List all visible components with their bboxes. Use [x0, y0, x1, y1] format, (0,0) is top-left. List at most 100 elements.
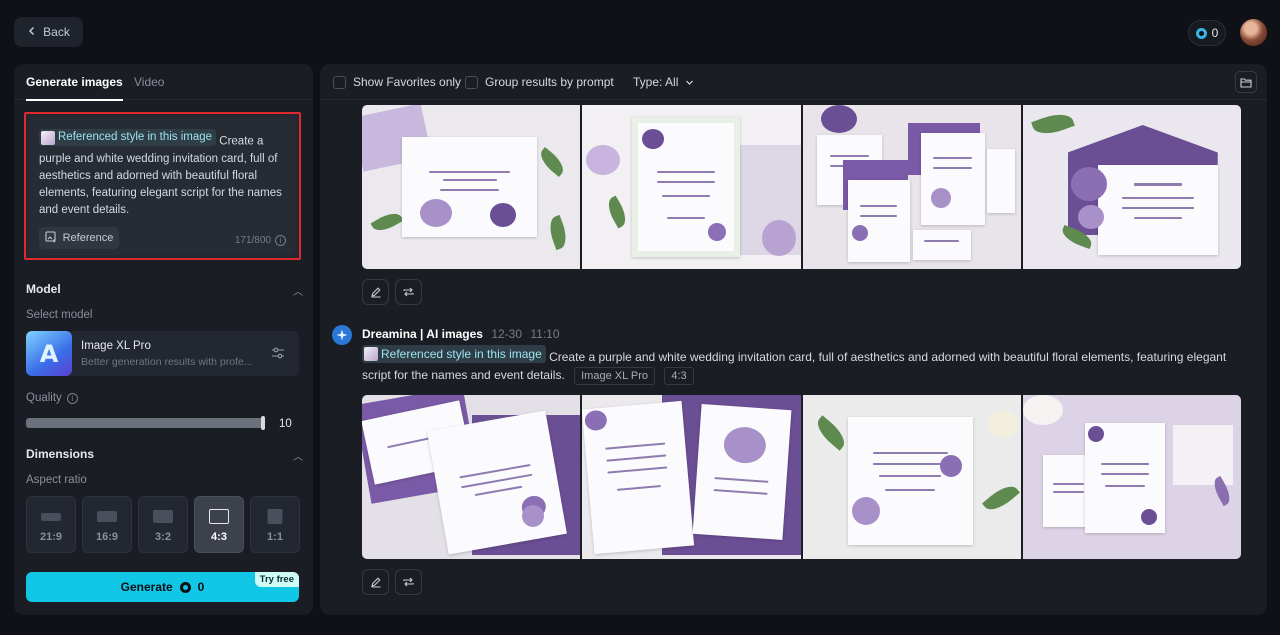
row-actions: [362, 279, 422, 305]
user-avatar[interactable]: [1240, 19, 1267, 46]
model-selector[interactable]: A Image XL Pro Better generation results…: [26, 331, 299, 376]
generation-date: 12-30: [491, 327, 523, 341]
image-results-row: [362, 105, 1241, 269]
char-counter: 171/800 i: [235, 235, 286, 246]
model-logo-icon: A: [26, 331, 72, 376]
ratio-label: 3:2: [155, 531, 171, 543]
info-icon[interactable]: i: [66, 392, 78, 404]
result-image[interactable]: [1022, 105, 1241, 269]
reference-chip-label: Referenced style in this image: [58, 131, 213, 143]
char-counter-value: 171/800: [234, 235, 271, 246]
generation-title: Dreamina | AI images 12-30 11:10: [362, 327, 560, 341]
repeat-icon: [403, 577, 414, 587]
reference-button[interactable]: Reference: [39, 227, 119, 249]
result-image[interactable]: [582, 395, 801, 559]
generation-prompt: Referenced style in this image Create a …: [362, 345, 1242, 385]
edit-prompt-button[interactable]: [362, 569, 389, 595]
ratio-label: 21:9: [39, 531, 63, 543]
ratio-shape: [153, 510, 173, 523]
type-filter-dropdown[interactable]: Type: All: [633, 75, 694, 89]
chevron-down-icon: [686, 80, 694, 85]
prompt-box-highlight: Referenced style in this image Create a …: [24, 112, 301, 260]
regenerate-button[interactable]: [395, 279, 422, 305]
folder-icon: [1240, 77, 1252, 88]
model-section-title: Model: [26, 282, 61, 296]
ratio-tag: 4:3: [664, 367, 694, 385]
tab-video[interactable]: Video: [134, 75, 164, 89]
info-icon[interactable]: i: [275, 235, 286, 246]
favorites-label: Show Favorites only: [353, 75, 462, 89]
reference-thumbnail: [41, 130, 55, 145]
ratio-1-1-button[interactable]: 1:1: [250, 496, 300, 553]
try-free-badge: Try free: [254, 572, 299, 587]
ratio-shape: [209, 509, 229, 524]
show-favorites-toggle[interactable]: Show Favorites only: [333, 75, 461, 89]
image-add-icon: [45, 230, 57, 246]
settings-sliders-icon[interactable]: [271, 346, 285, 360]
model-name: Image XL Pro: [81, 340, 151, 352]
tab-generate-images[interactable]: Generate images: [26, 75, 123, 101]
ratio-shape: [267, 509, 283, 524]
mode-tabs: Generate images Video: [14, 64, 313, 101]
model-description: Better generation results with profe...: [81, 356, 253, 368]
quality-slider[interactable]: [26, 418, 265, 428]
result-image[interactable]: [802, 395, 1021, 559]
result-image[interactable]: [802, 105, 1021, 269]
ratio-16-9-button[interactable]: 16:9: [82, 496, 132, 553]
reference-thumbnail: [364, 347, 378, 361]
reference-style-chip[interactable]: Referenced style in this image: [362, 345, 546, 363]
chevron-up-icon[interactable]: ︿: [293, 283, 303, 298]
ratio-label: 4:3: [211, 531, 227, 543]
back-button[interactable]: Back: [14, 17, 83, 47]
result-image[interactable]: [1022, 395, 1241, 559]
quality-label: Quality: [26, 392, 62, 404]
regenerate-button[interactable]: [395, 569, 422, 595]
generate-cost: 0: [197, 580, 205, 594]
prompt-text[interactable]: Referenced style in this image Create a …: [39, 129, 295, 219]
reference-label: Reference: [62, 232, 114, 244]
chevron-up-icon[interactable]: ︿: [293, 448, 303, 463]
quality-slider-handle[interactable]: [261, 416, 265, 430]
generation-time: 11:10: [530, 327, 560, 341]
type-filter-label: Type: All: [633, 75, 679, 89]
ratio-4-3-button[interactable]: 4:3: [194, 496, 244, 553]
ratio-3-2-button[interactable]: 3:2: [138, 496, 188, 553]
group-label: Group results by prompt: [485, 75, 614, 89]
select-model-label: Select model: [26, 309, 93, 321]
folder-button[interactable]: [1235, 71, 1257, 93]
group-checkbox[interactable]: [465, 75, 478, 89]
quality-label-row: Quality i: [26, 392, 78, 404]
group-by-prompt-toggle[interactable]: Group results by prompt: [465, 75, 614, 89]
ratio-label: 16:9: [95, 531, 119, 543]
generate-label: Generate: [120, 580, 173, 594]
generation-settings-panel: Generate images Video Referenced style i…: [14, 64, 313, 615]
pencil-icon: [370, 287, 381, 298]
repeat-icon: [403, 287, 414, 297]
back-label: Back: [43, 25, 70, 39]
results-panel: Show Favorites only Group results by pro…: [320, 64, 1267, 615]
reference-chip-label: Referenced style in this image: [381, 347, 542, 361]
reference-style-chip[interactable]: Referenced style in this image: [39, 129, 217, 146]
chevron-left-icon: [27, 25, 37, 39]
result-image[interactable]: [362, 395, 581, 559]
edit-prompt-button[interactable]: [362, 279, 389, 305]
pencil-icon: [370, 577, 381, 588]
ratio-shape: [97, 511, 117, 522]
dimensions-section-title: Dimensions: [26, 447, 95, 461]
generate-button[interactable]: Generate 0 Try free: [26, 572, 299, 602]
row-actions: [362, 569, 422, 595]
quality-value: 10: [279, 418, 292, 430]
ratio-shape: [41, 513, 61, 521]
generation-source: Dreamina | AI images: [362, 327, 483, 341]
result-image[interactable]: [582, 105, 801, 269]
ratio-21-9-button[interactable]: 21:9: [26, 496, 76, 553]
coin-icon: [1195, 27, 1207, 39]
result-image[interactable]: [362, 105, 581, 269]
prompt-input[interactable]: Referenced style in this image Create a …: [29, 117, 296, 255]
favorites-checkbox[interactable]: [333, 75, 346, 89]
ratio-label: 1:1: [267, 531, 283, 543]
credits-count: 0: [1211, 26, 1219, 40]
dreamina-logo-icon: [332, 325, 352, 345]
results-toolbar: Show Favorites only Group results by pro…: [320, 64, 1267, 100]
credits-balance[interactable]: 0: [1188, 20, 1226, 46]
